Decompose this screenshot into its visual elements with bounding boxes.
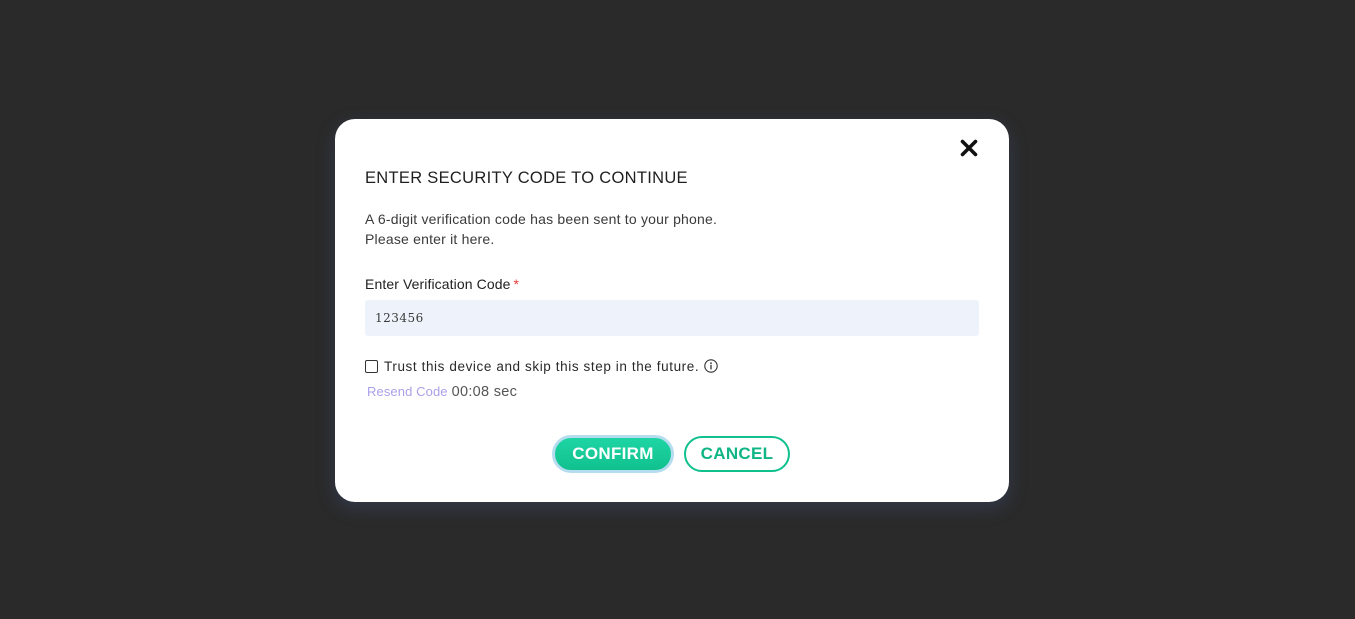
dialog-description: A 6-digit verification code has been sen…	[365, 209, 717, 249]
close-button[interactable]	[957, 136, 981, 160]
info-icon[interactable]	[704, 359, 718, 373]
close-icon	[960, 139, 978, 157]
dialog-title: ENTER SECURITY CODE TO CONTINUE	[365, 169, 688, 187]
resend-row: Resend Code 00:08 sec	[367, 384, 517, 400]
trust-device-label: Trust this device and skip this step in …	[384, 358, 700, 374]
verification-code-input[interactable]	[365, 300, 979, 336]
trust-device-row: Trust this device and skip this step in …	[365, 357, 718, 375]
verification-code-label: Enter Verification Code *	[365, 276, 519, 292]
resend-timer: 00:08 sec	[451, 384, 518, 400]
description-line-2: Please enter it here.	[365, 231, 495, 247]
confirm-button[interactable]: CONFIRM	[552, 435, 674, 473]
trust-device-checkbox[interactable]	[365, 359, 378, 373]
required-indicator: *	[513, 276, 520, 292]
resend-code-link[interactable]: Resend Code	[367, 384, 448, 399]
security-code-dialog: ENTER SECURITY CODE TO CONTINUE A 6-digi…	[335, 119, 1009, 502]
description-line-1: A 6-digit verification code has been sen…	[365, 211, 718, 227]
cancel-button[interactable]: CANCEL	[684, 436, 790, 472]
verification-code-label-text: Enter Verification Code	[365, 276, 511, 292]
